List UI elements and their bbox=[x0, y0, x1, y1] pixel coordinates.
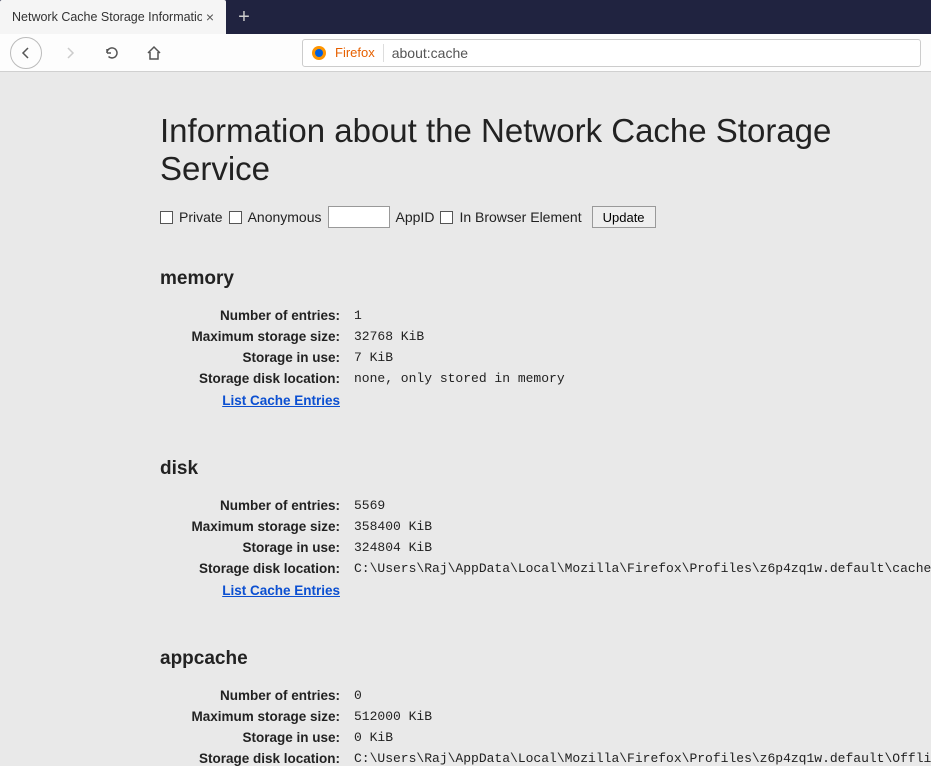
content-area: Information about the Network Cache Stor… bbox=[0, 72, 931, 766]
label-in-use: Storage in use: bbox=[160, 350, 340, 365]
value-memory-location: none, only stored in memory bbox=[354, 371, 931, 386]
value-appcache-in-use: 0 KiB bbox=[354, 730, 931, 745]
new-tab-button[interactable]: + bbox=[226, 0, 262, 34]
anonymous-label: Anonymous bbox=[248, 209, 322, 225]
value-appcache-location: C:\Users\Raj\AppData\Local\Mozilla\Firef… bbox=[354, 751, 931, 766]
section-disk: disk Number of entries: 5569 Maximum sto… bbox=[160, 458, 931, 600]
update-button[interactable]: Update bbox=[592, 206, 656, 228]
value-disk-location: C:\Users\Raj\AppData\Local\Mozilla\Firef… bbox=[354, 561, 931, 576]
value-memory-in-use: 7 KiB bbox=[354, 350, 931, 365]
browser-name: Firefox bbox=[335, 45, 375, 60]
home-button[interactable] bbox=[140, 39, 168, 67]
value-memory-entries: 1 bbox=[354, 308, 931, 323]
label-max-size: Maximum storage size: bbox=[160, 519, 340, 534]
section-title-disk: disk bbox=[160, 458, 931, 480]
value-disk-entries: 5569 bbox=[354, 498, 931, 513]
label-in-use: Storage in use: bbox=[160, 730, 340, 745]
value-disk-max-size: 358400 KiB bbox=[354, 519, 931, 534]
appid-input[interactable] bbox=[328, 206, 390, 228]
value-memory-max-size: 32768 KiB bbox=[354, 329, 931, 344]
value-appcache-entries: 0 bbox=[354, 688, 931, 703]
tab-title: Network Cache Storage Information bbox=[12, 10, 202, 24]
info-table-disk: Number of entries: 5569 Maximum storage … bbox=[160, 498, 931, 600]
list-cache-link-memory[interactable]: List Cache Entries bbox=[222, 393, 340, 408]
reload-button[interactable] bbox=[98, 39, 126, 67]
label-max-size: Maximum storage size: bbox=[160, 709, 340, 724]
in-browser-checkbox[interactable] bbox=[440, 211, 453, 224]
label-max-size: Maximum storage size: bbox=[160, 329, 340, 344]
options-row: Private Anonymous AppID In Browser Eleme… bbox=[160, 206, 931, 228]
label-entries: Number of entries: bbox=[160, 308, 340, 323]
section-title-appcache: appcache bbox=[160, 648, 931, 670]
toolbar: Firefox about:cache bbox=[0, 34, 931, 72]
section-memory: memory Number of entries: 1 Maximum stor… bbox=[160, 268, 931, 410]
url-bar[interactable]: Firefox about:cache bbox=[302, 39, 921, 67]
browser-tab[interactable]: Network Cache Storage Information × bbox=[0, 0, 226, 34]
section-title-memory: memory bbox=[160, 268, 931, 290]
home-icon bbox=[146, 45, 162, 61]
back-button[interactable] bbox=[10, 37, 42, 69]
firefox-icon bbox=[311, 45, 327, 61]
label-location: Storage disk location: bbox=[160, 561, 340, 576]
titlebar: Network Cache Storage Information × + bbox=[0, 0, 931, 34]
url-divider bbox=[383, 44, 384, 62]
page-title: Information about the Network Cache Stor… bbox=[160, 112, 931, 188]
anonymous-checkbox[interactable] bbox=[229, 211, 242, 224]
value-disk-in-use: 324804 KiB bbox=[354, 540, 931, 555]
arrow-right-icon bbox=[62, 45, 78, 61]
appid-label: AppID bbox=[396, 209, 435, 225]
info-table-memory: Number of entries: 1 Maximum storage siz… bbox=[160, 308, 931, 410]
forward-button[interactable] bbox=[56, 39, 84, 67]
label-entries: Number of entries: bbox=[160, 498, 340, 513]
private-checkbox[interactable] bbox=[160, 211, 173, 224]
value-appcache-max-size: 512000 KiB bbox=[354, 709, 931, 724]
reload-icon bbox=[104, 45, 120, 61]
info-table-appcache: Number of entries: 0 Maximum storage siz… bbox=[160, 688, 931, 766]
close-tab-icon[interactable]: × bbox=[202, 9, 218, 25]
section-appcache: appcache Number of entries: 0 Maximum st… bbox=[160, 648, 931, 766]
label-entries: Number of entries: bbox=[160, 688, 340, 703]
label-location: Storage disk location: bbox=[160, 371, 340, 386]
url-text: about:cache bbox=[392, 45, 468, 61]
arrow-left-icon bbox=[18, 45, 34, 61]
private-label: Private bbox=[179, 209, 223, 225]
in-browser-label: In Browser Element bbox=[459, 209, 581, 225]
label-location: Storage disk location: bbox=[160, 751, 340, 766]
label-in-use: Storage in use: bbox=[160, 540, 340, 555]
list-cache-link-disk[interactable]: List Cache Entries bbox=[222, 583, 340, 598]
